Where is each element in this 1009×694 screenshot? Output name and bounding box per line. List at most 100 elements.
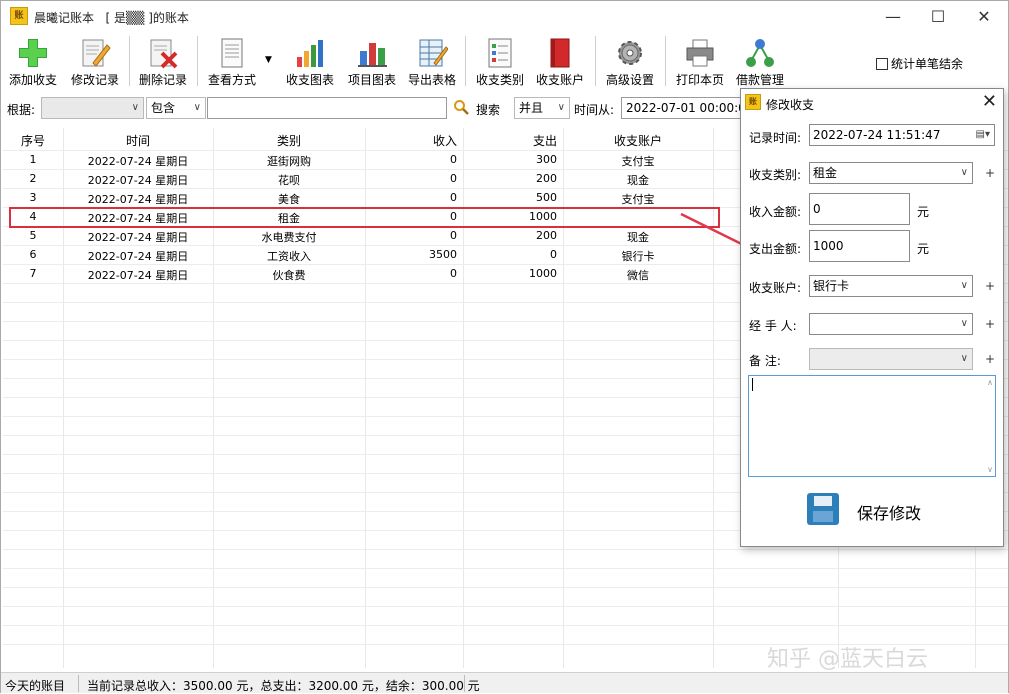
single-settle-label: 统计单笔结余 [891, 57, 964, 71]
title-bar: 账 晨曦记账本 [ 是▒▒ ]的账本 — ☐ ✕ [1, 1, 1008, 32]
header-time[interactable]: 时间 [63, 132, 213, 149]
print-page-label: 打印本页 [675, 73, 724, 87]
cell-category: 伙食费 [272, 269, 306, 282]
cell-expense: 0 [550, 248, 557, 261]
handler-select[interactable]: ∨ [809, 313, 973, 335]
search-input[interactable] [207, 97, 447, 119]
close-button[interactable]: ✕ [961, 1, 1007, 32]
add-category-button[interactable]: + [985, 166, 995, 180]
header-account[interactable]: 收支账户 [563, 132, 713, 149]
cell-income: 0 [450, 191, 457, 204]
export-table-button[interactable]: 导出表格 [403, 35, 461, 89]
cell-no: 1 [29, 153, 37, 166]
match-select[interactable]: 包含 ∨ [146, 97, 206, 119]
save-changes-label: 保存修改 [857, 504, 922, 523]
basis-select[interactable]: ∨ [41, 97, 144, 119]
cell-time: 2022-07-24 星期日 [87, 174, 189, 187]
cell-income: 3500 [429, 248, 457, 261]
logic-select-value: 并且 [519, 101, 544, 115]
search-button[interactable]: 搜索 [476, 101, 500, 118]
time-from-input[interactable]: 2022-07-01 00:00:00 [621, 97, 741, 119]
minimize-button[interactable]: — [870, 1, 916, 32]
row-divider [3, 568, 1008, 569]
export-table-icon [419, 39, 448, 67]
item-chart-button[interactable]: 项目图表 [343, 35, 401, 89]
category-button[interactable]: 收支类别 [471, 35, 529, 89]
header-no[interactable]: 序号 [3, 132, 63, 149]
header-expense[interactable]: 支出 [463, 132, 557, 149]
income-unit: 元 [917, 205, 930, 219]
calendar-icon[interactable]: ▤▾ [976, 125, 990, 145]
cell-time: 2022-07-24 星期日 [87, 231, 189, 244]
account-select[interactable]: 银行卡 ∨ [809, 275, 973, 297]
print-page-button[interactable]: 打印本页 [671, 35, 729, 89]
toolbar: 添加收支 修改记录 删除记录 查看方式 ▼ 收支图表 项目图表 导出表格 收支类… [1, 32, 1008, 90]
account-label: 收支账户 [535, 73, 584, 87]
status-bar: 今天的账目 当前记录总收入：3500.00 元，总支出：3200.00 元，结余… [1, 672, 1008, 693]
search-icon[interactable] [453, 99, 469, 115]
delete-record-label: 删除记录 [138, 73, 187, 87]
text-cursor [752, 378, 753, 391]
save-changes-button[interactable]: 保存修改 [807, 491, 957, 529]
document-view-icon [221, 38, 243, 68]
record-time-picker[interactable]: 2022-07-24 11:51:47 ▤▾ [809, 124, 995, 146]
app-window: 账 晨曦记账本 [ 是▒▒ ]的账本 — ☐ ✕ 添加收支 修改记录 删除记录 … [0, 0, 1009, 693]
network-icon [746, 39, 774, 67]
cell-no: 3 [29, 191, 37, 204]
checkbox-box[interactable] [876, 58, 888, 70]
category-label: 收支类别 [475, 73, 524, 87]
category-label: 收支类别: [749, 168, 802, 182]
status-divider [464, 675, 465, 692]
view-mode-dropdown[interactable]: ▼ [263, 35, 275, 89]
income-input[interactable]: 0 [809, 193, 910, 225]
today-records[interactable]: 今天的账目 [5, 677, 65, 694]
loan-management-button[interactable]: 借款管理 [731, 35, 789, 89]
account-button[interactable]: 收支账户 [531, 35, 589, 89]
cell-time: 2022-07-24 星期日 [87, 269, 189, 282]
add-handler-button[interactable]: + [985, 317, 995, 331]
view-mode-label: 查看方式 [207, 73, 256, 87]
scroll-down-icon[interactable]: ∨ [987, 465, 993, 474]
app-logo-icon: 账 [10, 7, 28, 25]
note-select[interactable]: ∨ [809, 348, 973, 370]
expense-input[interactable]: 1000 [809, 230, 910, 262]
match-select-value: 包含 [151, 101, 176, 115]
expense-label: 支出金额: [749, 242, 802, 256]
handler-label: 经 手 人: [749, 319, 797, 333]
status-divider [78, 675, 79, 692]
edit-record-button[interactable]: 修改记录 [67, 35, 123, 89]
bar-chart-icon [297, 40, 323, 67]
maximize-button[interactable]: ☐ [915, 1, 961, 32]
add-account-button[interactable]: + [985, 279, 995, 293]
header-category[interactable]: 类别 [213, 132, 365, 149]
add-record-button[interactable]: 添加收支 [5, 35, 61, 89]
memo-textarea[interactable]: ∧ ∨ [748, 375, 996, 477]
printer-icon [686, 39, 714, 67]
account-label: 收支账户: [749, 281, 802, 295]
add-note-button[interactable]: + [985, 352, 995, 366]
cell-account: 支付宝 [621, 155, 655, 168]
logic-select[interactable]: 并且 ∨ [514, 97, 570, 119]
header-income[interactable]: 收入 [365, 132, 457, 149]
basis-label: 根据: [7, 103, 36, 117]
category-select[interactable]: 租金 ∨ [809, 162, 973, 184]
view-mode-button[interactable]: 查看方式 [203, 35, 261, 89]
note-label: 备 注: [749, 354, 781, 368]
scroll-up-icon[interactable]: ∧ [987, 378, 993, 387]
edit-record-dialog: 账 修改收支 ✕ 记录时间: 2022-07-24 11:51:47 ▤▾ 收支… [740, 88, 1004, 547]
save-disk-icon [807, 493, 839, 525]
summary-text: 当前记录总收入：3500.00 元，总支出：3200.00 元，结余：300.0… [87, 679, 480, 693]
single-settle-checkbox[interactable]: 统计单笔结余 [876, 55, 963, 72]
chevron-down-icon: ∨ [131, 102, 139, 113]
item-chart-label: 项目图表 [347, 73, 396, 87]
delete-record-button[interactable]: 删除记录 [135, 35, 191, 89]
dialog-close-icon[interactable]: ✕ [982, 91, 997, 112]
income-chart-button[interactable]: 收支图表 [281, 35, 339, 89]
time-from-label: 时间从: [574, 103, 615, 117]
advanced-settings-button[interactable]: 高级设置 [601, 35, 659, 89]
window-title: 晨曦记账本 [ 是▒▒ ]的账本 [34, 11, 189, 25]
add-plus-icon [19, 39, 47, 67]
row-divider [3, 549, 1008, 550]
cell-time: 2022-07-24 星期日 [87, 193, 189, 206]
cell-expense: 1000 [529, 267, 557, 280]
